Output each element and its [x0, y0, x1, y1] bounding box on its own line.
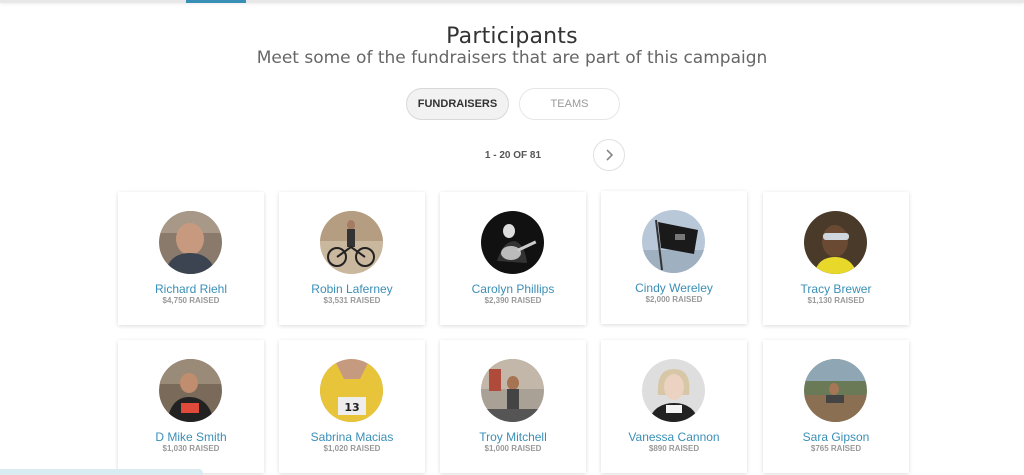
top-nav-active-indicator — [186, 0, 246, 3]
participant-name[interactable]: Tracy Brewer — [763, 282, 909, 296]
participant-name[interactable]: Sabrina Macias — [279, 430, 425, 444]
participant-card[interactable]: Sara Gipson $765 RAISED — [763, 340, 909, 473]
participant-card[interactable]: D Mike Smith $1,030 RAISED — [118, 340, 264, 473]
avatar: 13 — [320, 359, 383, 422]
participant-card[interactable]: Richard Riehl $4,750 RAISED — [118, 192, 264, 325]
participant-name[interactable]: Sara Gipson — [763, 430, 909, 444]
avatar — [804, 359, 867, 422]
participant-card[interactable]: Cindy Wereley $2,000 RAISED — [601, 191, 747, 324]
participant-name[interactable]: Cindy Wereley — [601, 281, 747, 295]
participant-raised: $1,000 RAISED — [484, 444, 542, 453]
avatar — [642, 359, 705, 422]
page-subtitle: Meet some of the fundraisers that are pa… — [256, 48, 768, 68]
tab-teams[interactable]: TEAMS — [519, 88, 620, 120]
participant-raised: $890 RAISED — [648, 444, 700, 453]
avatar — [481, 359, 544, 422]
participant-card[interactable]: 13 Sabrina Macias $1,020 RAISED — [279, 340, 425, 473]
participant-card[interactable]: Carolyn Phillips $2,390 RAISED — [440, 192, 586, 325]
participant-raised: $1,020 RAISED — [323, 444, 381, 453]
participant-name[interactable]: Carolyn Phillips — [440, 282, 586, 296]
participant-card[interactable]: Vanessa Cannon $890 RAISED — [601, 340, 747, 473]
next-page-button[interactable] — [593, 139, 625, 171]
avatar — [804, 211, 867, 274]
participant-name[interactable]: D Mike Smith — [118, 430, 264, 444]
avatar — [481, 211, 544, 274]
top-nav-bar — [0, 0, 1024, 3]
participant-raised: $4,750 RAISED — [162, 296, 220, 305]
avatar — [642, 210, 705, 273]
participant-raised: $1,030 RAISED — [162, 444, 220, 453]
participant-card[interactable]: Robin Laferney $3,531 RAISED — [279, 192, 425, 325]
participant-raised: $765 RAISED — [810, 444, 862, 453]
participant-raised: $2,390 RAISED — [484, 296, 542, 305]
pagination-label: 1 - 20 OF 81 — [484, 150, 542, 161]
page-title: Participants — [446, 24, 578, 49]
participant-card[interactable]: Tracy Brewer $1,130 RAISED — [763, 192, 909, 325]
participant-name[interactable]: Troy Mitchell — [440, 430, 586, 444]
avatar — [159, 359, 222, 422]
participant-name[interactable]: Robin Laferney — [279, 282, 425, 296]
avatar — [159, 211, 222, 274]
participant-card[interactable]: Troy Mitchell $1,000 RAISED — [440, 340, 586, 473]
participant-name[interactable]: Richard Riehl — [118, 282, 264, 296]
tab-fundraisers[interactable]: FUNDRAISERS — [406, 88, 509, 120]
chevron-right-icon — [606, 149, 614, 161]
avatar — [320, 211, 383, 274]
participant-name[interactable]: Vanessa Cannon — [601, 430, 747, 444]
participant-raised: $3,531 RAISED — [323, 296, 381, 305]
bottom-status-bar — [0, 469, 203, 475]
svg-text:13: 13 — [344, 401, 359, 414]
participant-raised: $2,000 RAISED — [645, 295, 703, 304]
participant-raised: $1,130 RAISED — [807, 296, 865, 305]
